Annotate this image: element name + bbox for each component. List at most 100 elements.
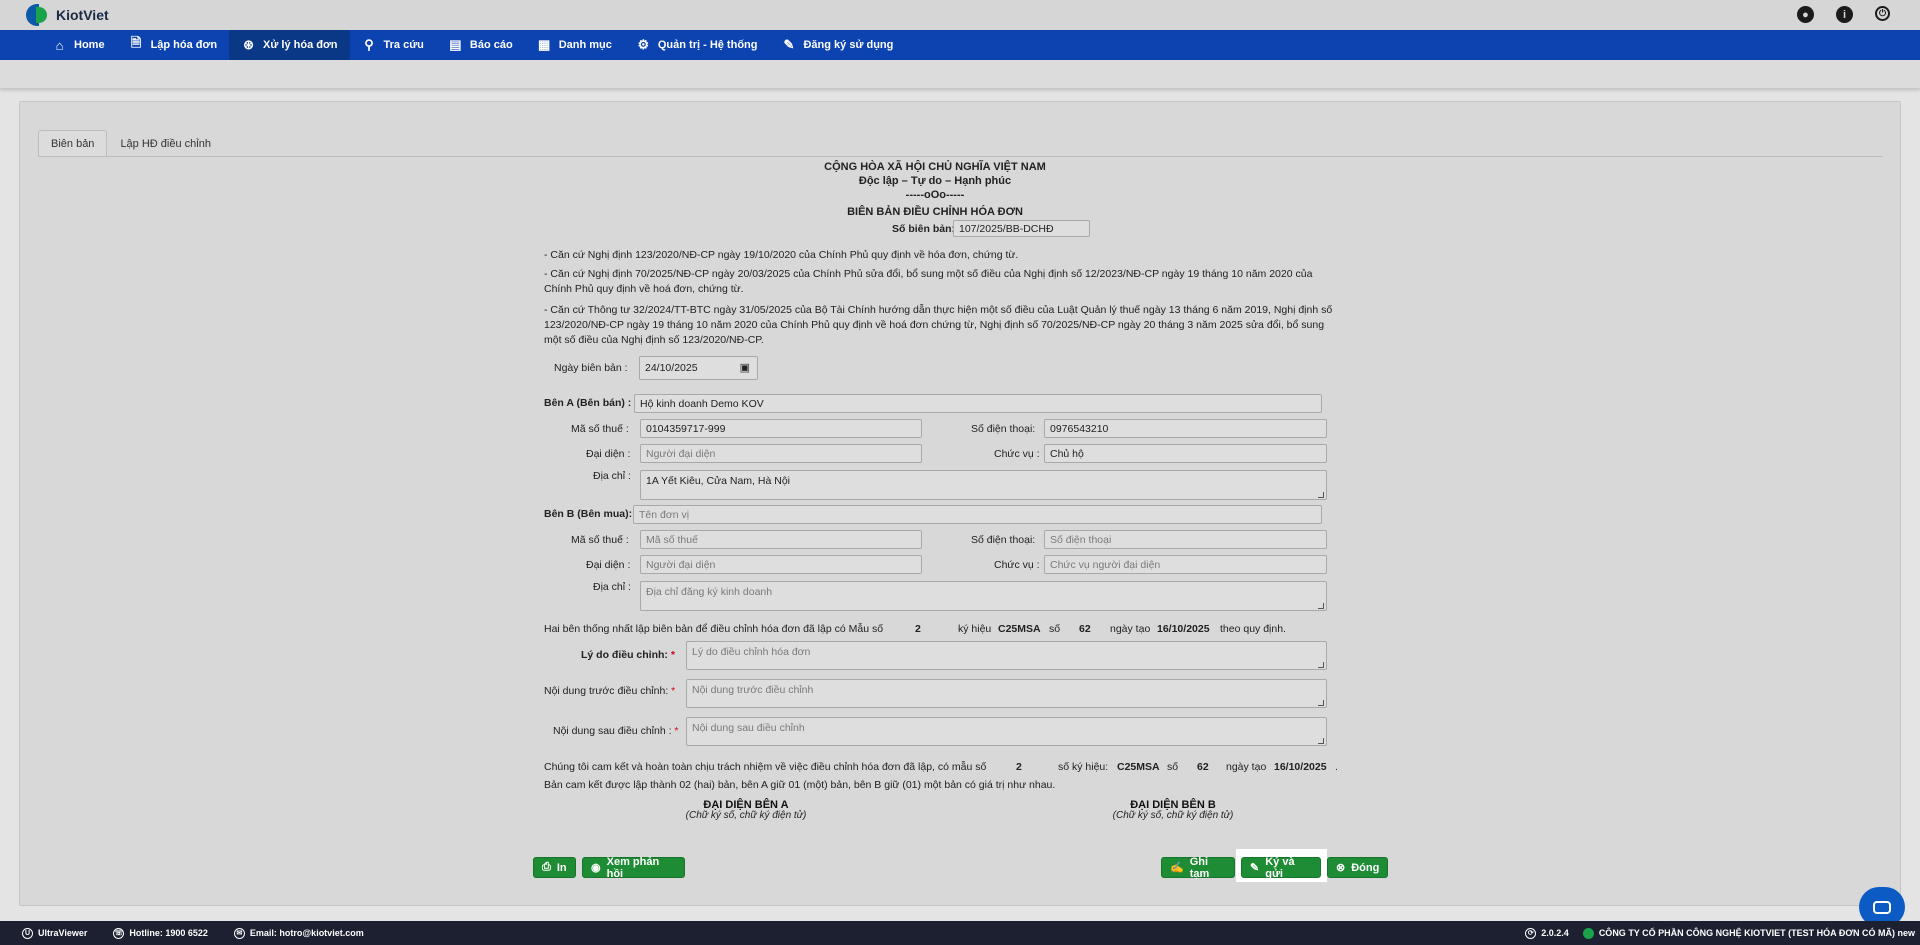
agree-ky-hieu: C25MSA [998,623,1041,635]
ultraviewer-icon: U [22,927,33,939]
commit-line2: Bản cam kết được lập thành 02 (hai) bản,… [544,779,1056,791]
doc-header-nation: CỘNG HÒA XÃ HỘI CHỦ NGHĨA VIỆT NAM [824,161,1046,173]
doc-header-separator: -----oOo----- [905,189,965,201]
party-b-address-input[interactable]: Địa chỉ đăng ký kinh doanh [640,581,1327,611]
party-a-position-input[interactable]: Chủ hộ [1044,444,1327,463]
tab-bien-ban[interactable]: Biên bản [38,130,108,156]
tab-divider [38,156,1883,157]
agree-tail: theo quy định. [1220,623,1286,635]
doc-header-motto: Độc lập – Tự do – Hạnh phúc [858,175,1012,187]
save-draft-button[interactable]: ✍ Ghi tạm [1161,856,1235,880]
footer-ultraviewer[interactable]: U UltraViewer [22,927,87,939]
after-input[interactable]: Nội dung sau điều chỉnh [686,717,1327,746]
party-b-name-input[interactable]: Tên đơn vị [633,505,1322,524]
commit-so: 62 [1197,761,1209,773]
power-icon[interactable]: ⏻ [1875,6,1890,21]
commit-ky-hieu: C25MSA [1117,761,1160,773]
chat-icon [1873,900,1891,914]
sign-b-sub: (Chữ ký số, chữ ký điện tử) [1112,810,1234,821]
settings-icon: ⚙ [637,37,650,52]
agree-so: 62 [1079,623,1091,635]
tab-lap-hd-dieu-chinh[interactable]: Lập HĐ điều chỉnh [107,130,224,156]
party-a-tax-label: Mã số thuế : [571,423,629,435]
process-icon: ⊛ [243,37,254,52]
nav-xu-ly-hoa-don[interactable]: ⊛ Xử lý hóa đơn [229,30,350,60]
logo-icon [26,4,50,26]
printer-icon: ⎙ [542,861,551,873]
party-b-rep-input[interactable]: Người đại diện [640,555,922,574]
date-input[interactable]: 24/10/2025 ▣ [639,356,758,380]
close-circle-icon: ⊗ [1336,862,1346,874]
reason-label: Lý do điều chỉnh: * [581,649,675,661]
sign-send-button[interactable]: ✎ Ký và gửi [1241,856,1321,880]
calendar-icon[interactable]: ▣ [740,361,750,374]
agree-text: Hai bên thống nhất lập biên bản để điều … [544,623,884,635]
party-a-position-label: Chức vụ : [994,448,1040,460]
party-a-address-label: Địa chỉ : [593,470,631,482]
user-icon[interactable]: ● [1797,6,1814,23]
party-b-position-label: Chức vụ : [994,559,1040,571]
nav-bao-cao[interactable]: ▤ Báo cáo [436,30,525,60]
basis-3c: một số điều của Nghị định số 123/2020/NĐ… [544,334,764,346]
nav-quan-tri[interactable]: ⚙ Quản trị - Hệ thống [624,30,770,60]
nav-lap-hoa-don[interactable]: 🗎 Lập hóa đơn [117,30,229,60]
basis-3a: - Căn cứ Thông tư 32/2024/TT-BTC ngày 31… [544,304,1333,316]
commit-mau-so: 2 [1016,761,1022,773]
date-label: Ngày biên bản : [554,362,628,374]
resize-handle[interactable] [1318,492,1324,498]
kiotviet-logo[interactable]: KiotViet [26,4,109,26]
party-a-name-input[interactable]: Hộ kinh doanh Demo KOV [634,394,1322,413]
close-button[interactable]: ⊗ Đóng [1327,857,1388,878]
nav-home[interactable]: ⌂ Home [40,30,117,60]
nav-danh-muc[interactable]: ▦ Danh mục [525,30,624,60]
reason-input[interactable]: Lý do điều chỉnh hóa đơn [686,641,1327,670]
nav-dang-ky[interactable]: ✎ Đăng ký sử dụng [769,30,905,60]
basis-1: - Căn cứ Nghị định 123/2020/NĐ-CP ngày 1… [544,249,1019,261]
view-feedback-button[interactable]: ◉ Xem phản hồi [582,856,685,880]
resize-handle[interactable] [1318,603,1324,609]
party-b-phone-input[interactable]: Số điện thoại [1044,530,1327,549]
commit-end: . [1335,761,1338,773]
party-a-phone-input[interactable]: 0976543210 [1044,419,1327,438]
footer-hotline[interactable]: ☏ Hotline: 1900 6522 [113,927,208,939]
eye-icon: ◉ [591,862,601,874]
print-button[interactable]: ⎙ In [533,857,576,878]
party-b-tax-input[interactable]: Mã số thuế [640,530,922,549]
email-icon: ✉ [233,927,245,939]
after-label: Nội dung sau điều chỉnh : * [553,725,679,737]
party-a-address-input[interactable]: 1A Yết Kiêu, Cửa Nam, Hà Nội [640,470,1327,500]
pen-icon: ✎ [1250,862,1260,874]
commit-ngay: 16/10/2025 [1274,761,1327,773]
party-b-position-input[interactable]: Chức vụ người đại diện [1044,555,1327,574]
resize-handle[interactable] [1318,700,1324,706]
party-b-rep-label: Đại diện : [586,559,631,571]
footer-email[interactable]: ✉ Email: hotro@kiotviet.com [233,927,364,939]
basis-2b: Chính Phủ quy định về hoá đơn, chứng từ. [544,283,744,295]
before-input[interactable]: Nội dung trước điều chỉnh [686,679,1327,708]
footer-company: CÔNG TY CỔ PHẦN CÔNG NGHỆ KIOTVIET (TEST… [1582,927,1915,939]
nav-tra-cuu[interactable]: ⚲ Tra cứu [350,30,436,60]
commit-ky-hieu-label: số ký hiệu: [1058,761,1109,773]
so-bien-ban-input[interactable]: 107/2025/BB-DCHĐ [953,220,1090,237]
commit-so-label: số [1167,761,1179,773]
basis-2a: - Căn cứ Nghị định 70/2025/NĐ-CP ngày 20… [544,268,1313,280]
resize-handle[interactable] [1318,738,1324,744]
commit-text: Chúng tôi cam kết và hoàn toàn chịu trác… [544,761,987,773]
report-icon: ▤ [449,37,462,52]
sign-a-sub: (Chữ ký số, chữ ký điện tử) [685,810,807,821]
doc-title: BIÊN BẢN ĐIỀU CHỈNH HÓA ĐƠN [847,206,1023,218]
party-a-phone-label: Số điện thoại: [971,423,1036,435]
party-b-phone-label: Số điện thoại: [971,534,1036,546]
company-logo-icon [1582,927,1594,939]
agree-ngay: 16/10/2025 [1157,623,1210,635]
resize-handle[interactable] [1318,662,1324,668]
home-icon: ⌂ [55,37,64,53]
party-a-rep-input[interactable]: Người đại diện [640,444,922,463]
invoice-icon: 🗎 [130,35,142,50]
party-a-tax-input[interactable]: 0104359717-999 [640,419,922,438]
commit-ngay-label: ngày tạo [1226,761,1267,773]
phone-icon: ☏ [113,927,125,939]
info-icon[interactable]: i [1836,6,1853,23]
agree-mau-so: 2 [915,623,921,635]
search-icon: ⚲ [364,37,374,52]
